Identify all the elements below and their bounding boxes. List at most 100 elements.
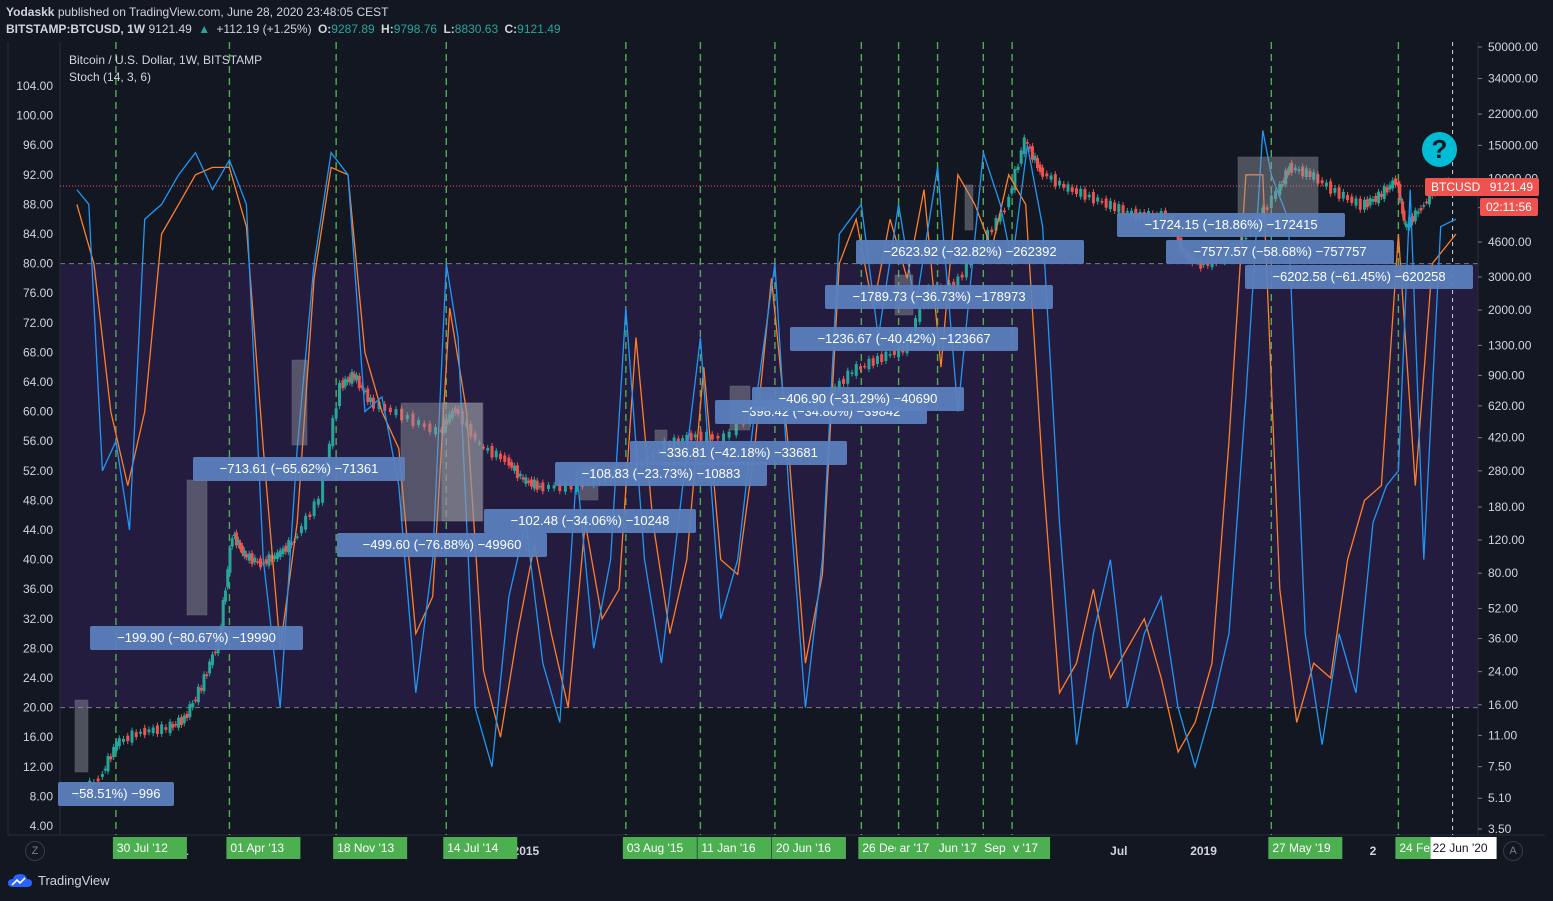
marker-date-text: 20 Jun '16 bbox=[776, 841, 831, 855]
candle-body bbox=[122, 738, 126, 742]
candle-body bbox=[112, 746, 116, 758]
candle-body bbox=[164, 727, 168, 730]
annotation-label: −108.83 (−23.73%) −10883 bbox=[555, 462, 767, 486]
candle-body bbox=[253, 557, 257, 563]
annotation-text: −108.83 (−23.73%) −10883 bbox=[582, 466, 741, 481]
candle-body bbox=[106, 756, 110, 772]
marker-date-tag: 03 Aug '15 bbox=[622, 837, 697, 859]
candle-body bbox=[388, 407, 392, 413]
candle-body bbox=[223, 590, 227, 602]
indicator-title[interactable]: Stoch (14, 3, 6) bbox=[69, 69, 262, 86]
candle-body bbox=[1405, 224, 1409, 228]
header-line-2: BITSTAMP:BTCUSD, 1W 9121.49 ▲ +112.19 (+… bbox=[6, 21, 564, 38]
candle-body bbox=[535, 480, 539, 490]
question-icon[interactable]: ? bbox=[1422, 132, 1457, 167]
candle-body bbox=[538, 485, 542, 488]
symbol-label: BITSTAMP:BTCUSD, 1W bbox=[6, 22, 146, 36]
header-line-1: Yodaskk published on TradingView.com, Ju… bbox=[6, 4, 564, 21]
annotation-text: −2623.92 (−32.82%) −262392 bbox=[883, 244, 1056, 259]
candle-body bbox=[357, 375, 361, 389]
annotation-label: −499.60 (−76.88%) −49960 bbox=[337, 533, 547, 557]
series-title[interactable]: Bitcoin / U.S. Dollar, 1W, BITSTAMP bbox=[69, 52, 262, 69]
candle-body bbox=[117, 738, 121, 747]
annotation-label: −406.90 (−31.29%) −40690 bbox=[752, 387, 964, 411]
candle-body bbox=[1117, 204, 1121, 213]
author-name[interactable]: Yodaskk bbox=[6, 5, 54, 19]
footer-brand[interactable]: TradingView bbox=[38, 873, 110, 888]
candle-body bbox=[366, 388, 370, 403]
left-tick-label: 8.00 bbox=[30, 789, 54, 803]
chart-canvas[interactable]: −58.51%) −996 −199.90 (−80.67%) −19990 −71… bbox=[0, 0, 1553, 901]
marker-date-text: 14 Jul '14 bbox=[447, 841, 498, 855]
candle-body bbox=[354, 374, 358, 381]
candle-body bbox=[1324, 182, 1328, 187]
candle-body bbox=[892, 350, 896, 355]
right-tick-label: 7.50 bbox=[1488, 760, 1512, 774]
candle-body bbox=[299, 526, 303, 534]
candle-body bbox=[1041, 167, 1045, 177]
marker-date-text: 03 Aug '15 bbox=[627, 841, 684, 855]
candle-body bbox=[513, 465, 517, 471]
x-tick-label: 2019 bbox=[1190, 844, 1217, 858]
candle-body bbox=[693, 434, 697, 438]
candle-body bbox=[1002, 210, 1006, 213]
x-tick-label: 2 bbox=[1370, 844, 1377, 858]
candle-body bbox=[1413, 210, 1417, 222]
left-tick-label: 16.00 bbox=[23, 730, 53, 744]
candle-body bbox=[221, 599, 225, 628]
candle-body bbox=[507, 457, 511, 466]
range-box bbox=[74, 699, 89, 773]
candle-body bbox=[1007, 196, 1011, 208]
right-tick-label: 180.00 bbox=[1488, 500, 1525, 514]
candle-body bbox=[304, 515, 308, 530]
marker-date-tag: v '17 bbox=[1009, 837, 1051, 859]
candle-body bbox=[494, 450, 498, 458]
candle-body bbox=[527, 480, 531, 483]
candle-body bbox=[126, 735, 130, 742]
candle-body bbox=[174, 724, 178, 726]
right-tick-label: 50000.00 bbox=[1488, 40, 1538, 54]
candle-body bbox=[1062, 183, 1066, 188]
annotation-label: −199.90 (−80.67%) −19990 bbox=[90, 626, 303, 650]
annotation-text: −199.90 (−80.67%) −19990 bbox=[117, 630, 276, 645]
candle-body bbox=[530, 479, 534, 487]
candle-body bbox=[1365, 199, 1369, 208]
candle-body bbox=[160, 724, 164, 734]
candle-body bbox=[1337, 187, 1341, 199]
candle-body bbox=[716, 435, 720, 439]
candle-body bbox=[1320, 180, 1324, 184]
marker-date-tag: 27 May '19 bbox=[1268, 837, 1343, 859]
candle-body bbox=[182, 715, 186, 724]
candle-body bbox=[287, 540, 291, 553]
candle-body bbox=[230, 538, 234, 547]
annotation-text: −713.61 (−65.62%) −71361 bbox=[220, 461, 379, 476]
auto-scale-button[interactable]: A bbox=[1503, 841, 1523, 861]
marker-date-tag: 30 Jul '12 bbox=[112, 837, 187, 859]
candle-body bbox=[1333, 188, 1337, 193]
candle-body bbox=[888, 354, 892, 356]
candle-body bbox=[130, 730, 134, 743]
candle-body bbox=[1083, 189, 1087, 200]
candle-body bbox=[208, 661, 212, 674]
right-tick-label: 36.00 bbox=[1488, 631, 1518, 645]
marker-date-text: 30 Jul '12 bbox=[117, 841, 168, 855]
right-tick-label: 80.00 bbox=[1488, 566, 1518, 580]
annotation-text: −1236.67 (−40.42%) −123667 bbox=[817, 331, 990, 346]
candle-body bbox=[1100, 201, 1104, 203]
annotation-text: −6202.58 (−61.45%) −620258 bbox=[1272, 269, 1445, 284]
candle-body bbox=[1108, 200, 1112, 210]
candle-body bbox=[510, 462, 514, 468]
right-tick-label: 34000.00 bbox=[1488, 72, 1538, 86]
candle-body bbox=[256, 561, 260, 563]
candle-body bbox=[244, 553, 248, 558]
candle-body bbox=[884, 351, 888, 362]
candle-body bbox=[331, 418, 335, 447]
candle-body bbox=[1244, 237, 1248, 240]
zoom-button[interactable]: Z bbox=[25, 841, 45, 861]
candle-body bbox=[858, 366, 862, 370]
candle-body bbox=[179, 717, 183, 725]
right-tick-label: 3000.00 bbox=[1488, 270, 1532, 284]
candle-body bbox=[327, 443, 331, 459]
annotation-label: −1789.73 (−36.73%) −178973 bbox=[825, 285, 1053, 309]
candle-body bbox=[498, 453, 502, 460]
